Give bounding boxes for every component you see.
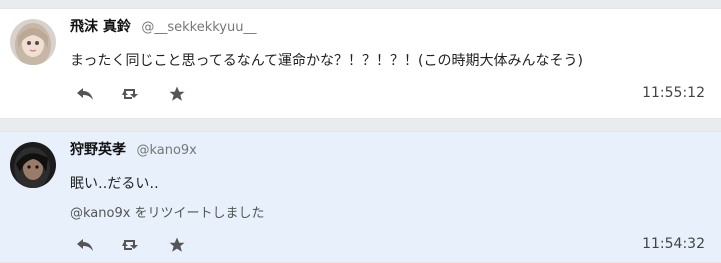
tweet-header: 飛沫 真鈴 @__sekkekkyuu__ — [70, 18, 256, 37]
timestamp[interactable]: 11:55:12 — [642, 84, 705, 102]
avatar[interactable] — [10, 142, 56, 188]
retweet-icon — [120, 237, 142, 253]
tweet-item[interactable]: 飛沫 真鈴 @__sekkekkyuu__ まったく同じこと思ってるなんて運命か… — [0, 8, 721, 119]
tweet-item[interactable]: 狩野英孝 @kano9x 眠い‥だるい‥ @kano9x をリツイートしました — [0, 131, 721, 263]
tweet-actions — [72, 235, 210, 255]
screen-name[interactable]: @__sekkekkyuu__ — [141, 20, 256, 35]
reply-button[interactable] — [72, 84, 98, 104]
favorite-button[interactable] — [164, 84, 190, 104]
tweet-actions — [72, 84, 210, 104]
retweet-note: @kano9x をリツイートしました — [70, 206, 265, 221]
tweet-text: 眠い‥だるい‥ — [70, 176, 159, 192]
display-name[interactable]: 飛沫 真鈴 — [70, 19, 131, 35]
display-name[interactable]: 狩野英孝 — [70, 142, 126, 158]
star-icon — [168, 236, 186, 254]
reply-icon — [75, 86, 95, 102]
favorite-button[interactable] — [164, 235, 190, 255]
reply-icon — [75, 237, 95, 253]
reply-button[interactable] — [72, 235, 98, 255]
retweet-button[interactable] — [118, 84, 144, 104]
avatar[interactable] — [10, 19, 56, 65]
timestamp[interactable]: 11:54:32 — [642, 235, 705, 253]
retweet-button[interactable] — [118, 235, 144, 255]
screen-name[interactable]: @kano9x — [136, 143, 196, 158]
tweet-text: まったく同じこと思ってるなんて運命かな？！？！？！(この時期大体みんなそう) — [70, 53, 583, 69]
star-icon — [168, 85, 186, 103]
tweet-header: 狩野英孝 @kano9x — [70, 141, 197, 160]
timeline: 飛沫 真鈴 @__sekkekkyuu__ まったく同じこと思ってるなんて運命か… — [0, 0, 721, 263]
retweet-icon — [120, 86, 142, 102]
